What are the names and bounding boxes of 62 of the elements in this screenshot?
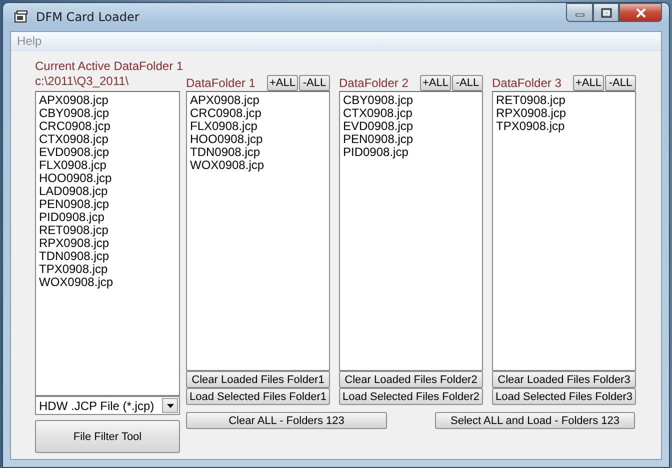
select-all-load-button[interactable]: Select ALL and Load - Folders 123 xyxy=(435,412,635,429)
list-item[interactable]: CBY0908.jcp xyxy=(343,94,414,107)
maximize-button[interactable] xyxy=(593,3,619,22)
file-type-dropdown[interactable]: HDW .JCP File (*.jcp) xyxy=(35,396,180,415)
file-filter-button[interactable]: File Filter Tool xyxy=(35,420,180,453)
file-list[interactable]: APX0908.jcp CRC0908.jcp FLX0908.jcp HOO0908.jcp TDN0908.jcp WOX0908.jcp xyxy=(186,91,330,371)
list-item[interactable]: RET0908.jcp xyxy=(39,224,108,237)
list-item[interactable]: FLX0908.jcp xyxy=(39,159,106,172)
add-all-button[interactable]: +ALL xyxy=(267,75,298,91)
clear-loaded-button[interactable]: Clear Loaded Files Folder2 xyxy=(339,371,483,388)
list-item[interactable]: TPX0908.jcp xyxy=(39,263,108,276)
folder-label: DataFolder 3 xyxy=(492,76,562,90)
clear-all-button[interactable]: Clear ALL - Folders 123 xyxy=(186,412,387,429)
folder-label: DataFolder 2 xyxy=(339,76,410,90)
list-item[interactable]: RET0908.jcp xyxy=(496,94,566,107)
list-item[interactable]: LAD0908.jcp xyxy=(39,185,108,198)
file-list[interactable]: RET0908.jcp RPX0908.jcp TPX0908.jcp xyxy=(492,91,636,371)
remove-all-button[interactable]: -ALL xyxy=(299,75,330,91)
list-item[interactable]: TDN0908.jcp xyxy=(190,146,260,159)
list-item[interactable]: RPX0908.jcp xyxy=(496,107,566,120)
remove-all-button[interactable]: -ALL xyxy=(605,75,636,91)
load-selected-button[interactable]: Load Selected Files Folder1 xyxy=(186,388,330,405)
close-icon xyxy=(634,8,646,18)
active-folder-label: Current Active DataFolder 1 xyxy=(35,59,180,74)
minimize-button[interactable] xyxy=(566,3,593,22)
list-item[interactable]: PID0908.jcp xyxy=(39,211,104,224)
list-item[interactable]: CRC0908.jcp xyxy=(39,120,110,133)
list-item[interactable]: CRC0908.jcp xyxy=(190,107,262,120)
file-list[interactable]: CBY0908.jcp CTX0908.jcp EVD0908.jcp PEN0908.jcp PID0908.jcp xyxy=(339,91,483,371)
folder-label: DataFolder 1 xyxy=(186,76,256,90)
list-item[interactable]: HOO0908.jcp xyxy=(190,133,263,146)
list-item[interactable]: CTX0908.jcp xyxy=(39,133,108,146)
clear-loaded-button[interactable]: Clear Loaded Files Folder3 xyxy=(492,371,636,388)
clear-loaded-button[interactable]: Clear Loaded Files Folder1 xyxy=(186,371,330,388)
list-item[interactable]: EVD0908.jcp xyxy=(343,120,414,133)
list-item[interactable]: PEN0908.jcp xyxy=(343,133,414,146)
folder-path: c:\2011\Q3_2011\ xyxy=(35,74,130,89)
list-item[interactable]: HOO0908.jcp xyxy=(39,172,112,185)
list-item[interactable]: CTX0908.jcp xyxy=(343,107,412,120)
list-item[interactable]: PID0908.jcp xyxy=(343,146,408,159)
file-list[interactable]: APX0908.jcp CBY0908.jcp CRC0908.jcp CTX0908.jcp EVD0908.jcp FLX0908.jcp HOO0908.jcp LAD0908.jcp PEN0908.jcp PID0908.jcp RET0908.jcp RPX0908.jcp TDN0908.jcp TPX0908.jcp WOX0908.jcp xyxy=(35,91,180,396)
remove-all-button[interactable]: -ALL xyxy=(452,75,483,91)
list-item[interactable]: PEN0908.jcp xyxy=(39,198,110,211)
window-title: DFM Card Loader xyxy=(36,10,140,24)
app-icon xyxy=(14,10,28,24)
add-all-button[interactable]: +ALL xyxy=(573,75,604,91)
dropdown-arrow-icon xyxy=(166,404,174,408)
close-button[interactable] xyxy=(619,3,662,22)
list-item[interactable]: RPX0908.jcp xyxy=(39,237,110,250)
list-item[interactable]: TDN0908.jcp xyxy=(39,250,110,263)
load-selected-button[interactable]: Load Selected Files Folder3 xyxy=(492,388,636,405)
list-item[interactable]: WOX0908.jcp xyxy=(39,276,114,289)
list-item[interactable]: APX0908.jcp xyxy=(39,94,108,107)
load-selected-button[interactable]: Load Selected Files Folder2 xyxy=(339,388,483,405)
list-item[interactable]: TPX0908.jcp xyxy=(496,120,565,133)
maximize-icon xyxy=(600,8,612,18)
list-item[interactable]: APX0908.jcp xyxy=(190,94,260,107)
list-item[interactable]: WOX0908.jcp xyxy=(190,159,264,172)
list-item[interactable]: EVD0908.jcp xyxy=(39,146,110,159)
add-all-button[interactable]: +ALL xyxy=(420,75,451,91)
list-item[interactable]: CBY0908.jcp xyxy=(39,107,110,120)
list-item[interactable]: FLX0908.jcp xyxy=(190,120,258,133)
